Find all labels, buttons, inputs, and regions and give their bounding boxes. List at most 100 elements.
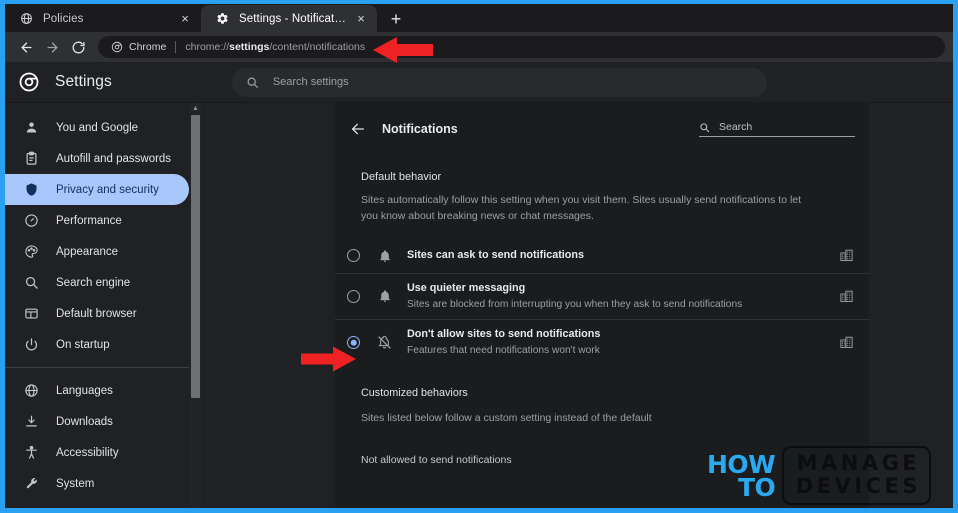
speedometer-icon (23, 212, 40, 229)
chrome-logo-icon (17, 70, 41, 94)
sidebar-item-performance[interactable]: Performance (5, 205, 189, 236)
radio-text: Sites can ask to send notifications (407, 248, 837, 263)
chrome-logo-icon (110, 41, 123, 54)
forward-arrow-icon[interactable] (39, 34, 65, 60)
url-bold: settings (229, 41, 270, 53)
search-settings-input[interactable]: Search settings (231, 67, 767, 97)
building-icon[interactable] (837, 334, 855, 352)
gear-icon (215, 11, 230, 26)
settings-header: Settings Search settings (5, 62, 953, 103)
palette-icon (23, 243, 40, 260)
settings-body: You and Google Autofill and passwords Pr… (5, 103, 953, 508)
sidebar-item-languages[interactable]: Languages (5, 375, 189, 406)
sidebar-item-system[interactable]: System (5, 468, 189, 499)
sidebar-item-autofill-and-passwords[interactable]: Autofill and passwords (5, 143, 189, 174)
radio-button[interactable] (347, 249, 360, 263)
default-behavior-label: Default behavior (361, 171, 442, 183)
close-icon[interactable]: × (353, 11, 369, 27)
back-arrow-icon[interactable] (13, 34, 39, 60)
notifications-header: Notifications Search (335, 103, 869, 155)
page-title: Settings (55, 73, 112, 90)
radio-row-dont-allow[interactable]: Don't allow sites to send notifications … (335, 318, 869, 365)
scroll-down-icon[interactable]: ▼ (190, 506, 201, 508)
new-tab-button[interactable]: + (382, 6, 410, 32)
radio-text: Don't allow sites to send notifications … (407, 327, 837, 358)
radio-text: Use quieter messaging Sites are blocked … (407, 281, 837, 312)
scroll-up-icon[interactable]: ▲ (190, 103, 201, 114)
tab-settings-notifications[interactable]: Settings - Notifications × (201, 5, 377, 32)
screenshot-frame: Policies × Settings - Notifications × + (0, 0, 958, 513)
url-suffix: /content/notifications (269, 41, 366, 53)
notifications-title: Notifications (382, 122, 458, 136)
shield-icon (23, 181, 40, 198)
sidebar-item-appearance[interactable]: Appearance (5, 236, 189, 267)
clipboard-icon (23, 150, 40, 167)
tab-policies[interactable]: Policies × (5, 5, 201, 32)
settings-sidebar: You and Google Autofill and passwords Pr… (5, 103, 203, 508)
bell-off-icon (376, 334, 393, 351)
sidebar-item-label: Search engine (56, 276, 131, 289)
radio-button-selected[interactable] (347, 336, 360, 350)
bell-icon (376, 247, 393, 264)
sidebar-item-label: On startup (56, 338, 110, 351)
customized-behaviors-label: Customized behaviors (361, 387, 468, 400)
sidebar-item-privacy-and-security[interactable]: Privacy and security (5, 174, 189, 205)
sidebar-item-you-and-google[interactable]: You and Google (5, 112, 189, 143)
search-settings-placeholder: Search settings (272, 76, 349, 88)
sidebar-item-label: Downloads (56, 415, 113, 428)
building-icon[interactable] (837, 287, 855, 305)
url-prefix: chrome:// (185, 41, 230, 53)
search-icon (699, 122, 711, 133)
settings-main: Notifications Search Default behavior Si… (203, 103, 953, 508)
address-bar[interactable]: Chrome chrome://settings/content/notific… (98, 36, 945, 58)
omnibox-url: chrome://settings/content/notifications (185, 41, 365, 53)
scrollbar-thumb[interactable] (191, 115, 200, 398)
sidebar-item-label: System (56, 477, 95, 490)
bell-icon (376, 288, 393, 305)
sidebar-item-label: Autofill and passwords (56, 152, 172, 165)
radio-subtitle: Sites are blocked from interrupting you … (407, 299, 743, 311)
browser-window-icon (23, 305, 40, 322)
sidebar-item-label: Languages (56, 384, 113, 397)
sidebar-item-downloads[interactable]: Downloads (5, 406, 189, 437)
customized-behaviors-description: Sites listed below follow a custom setti… (361, 412, 652, 425)
browser-window: Policies × Settings - Notifications × + (5, 4, 953, 508)
tab-title: Policies (43, 12, 84, 25)
sidebar-item-accessibility[interactable]: Accessibility (5, 437, 189, 468)
sidebar-item-label: You and Google (56, 121, 139, 134)
sidebar-item-on-startup[interactable]: On startup (5, 329, 189, 360)
wrench-icon (23, 475, 40, 492)
radio-title: Don't allow sites to send notifications (407, 327, 601, 340)
radio-title: Use quieter messaging (407, 281, 526, 294)
sidebar-item-label: Privacy and security (56, 183, 159, 196)
person-icon (23, 119, 40, 136)
omnibox-separator (175, 41, 177, 53)
browser-toolbar: Chrome chrome://settings/content/notific… (5, 32, 953, 62)
globe-icon (19, 11, 34, 26)
back-arrow-icon[interactable] (347, 118, 369, 140)
search-input[interactable]: Search (699, 121, 855, 137)
power-icon (23, 336, 40, 353)
radio-button[interactable] (347, 289, 360, 303)
sidebar-item-label: Default browser (56, 307, 137, 320)
default-behavior-description: Sites automatically follow this setting … (361, 194, 802, 223)
radio-row-quieter-messaging[interactable]: Use quieter messaging Sites are blocked … (335, 272, 869, 319)
tab-strip: Policies × Settings - Notifications × + (5, 4, 953, 32)
tab-title: Settings - Notifications (239, 12, 347, 25)
sidebar-item-label: Appearance (56, 245, 119, 258)
sidebar-item-search-engine[interactable]: Search engine (5, 267, 189, 298)
sidebar-item-label: Performance (56, 214, 122, 227)
globe-icon (23, 382, 40, 399)
sidebar-divider (5, 367, 189, 368)
sidebar-scrollbar[interactable]: ▲ ▼ (190, 103, 201, 508)
radio-title: Sites can ask to send notifications (407, 249, 584, 262)
reload-icon[interactable] (65, 34, 91, 60)
radio-subtitle: Features that need notifications won't w… (407, 345, 600, 357)
radio-row-sites-can-ask[interactable]: Sites can ask to send notifications (335, 239, 869, 273)
building-icon[interactable] (837, 247, 855, 265)
close-icon[interactable]: × (177, 11, 193, 27)
sidebar-item-label: Accessibility (56, 446, 119, 459)
not-allowed-label: Not allowed to send notifications (361, 454, 512, 467)
sidebar-item-default-browser[interactable]: Default browser (5, 298, 189, 329)
search-icon (246, 76, 260, 89)
